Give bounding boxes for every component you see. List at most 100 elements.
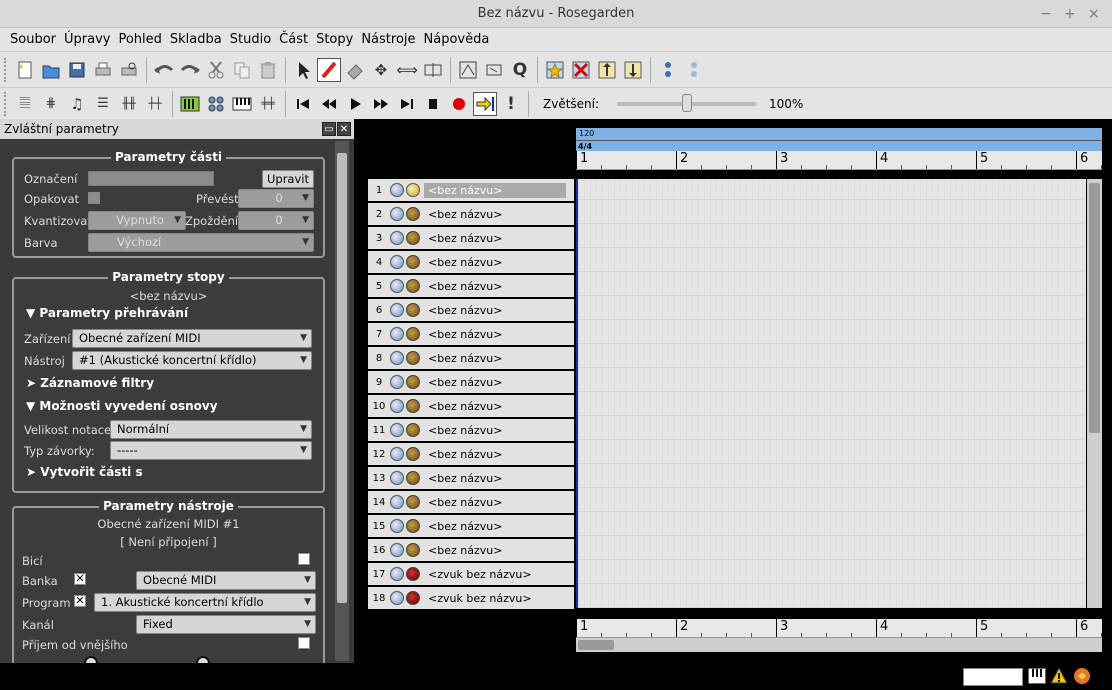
record-led-icon[interactable] [406,447,420,461]
record-led-icon[interactable] [406,207,420,221]
mute-led-icon[interactable] [390,279,404,293]
track-name[interactable]: <bez názvu> [428,472,502,485]
notation-size-select[interactable]: Normální ▼ [110,420,312,439]
menu-composition[interactable]: Skladba [166,32,226,47]
time-signature-ruler[interactable]: 4/4 [576,140,1102,151]
color-select[interactable]: Výchozí ▼ [88,233,314,252]
mute-led-icon[interactable] [390,255,404,269]
menu-segment[interactable]: Část [275,32,312,47]
select-tool-icon[interactable] [291,58,315,82]
repeat-checkbox[interactable] [88,192,100,204]
track-row[interactable]: 18 <zvuk bez názvu> [368,587,574,611]
panic-icon[interactable]: ! [499,92,523,116]
record-led-icon[interactable] [406,255,420,269]
record-led-icon[interactable] [406,471,420,485]
track-row[interactable]: 13 <bez názvu> [368,467,574,491]
equalizer-icon[interactable]: ╪╪ [256,92,280,116]
record-led-icon[interactable] [406,231,420,245]
mute-led-icon[interactable] [390,567,404,581]
segment-vertical-scrollbar-thumb[interactable] [1089,183,1100,433]
record-led-icon[interactable] [406,423,420,437]
matrix-editor-icon[interactable] [456,58,480,82]
track-name[interactable]: <bez názvu> [428,400,502,413]
play-icon[interactable] [343,92,367,116]
move-tool-icon[interactable]: ✥ [369,58,393,82]
delay-select[interactable]: 0 ▼ [238,211,314,230]
record-filters-toggle[interactable]: ➤ Záznamové filtry [26,376,154,390]
segment-canvas[interactable] [578,179,1086,608]
track-row[interactable]: 16 <bez názvu> [368,539,574,563]
open-icon[interactable] [39,58,63,82]
track-name[interactable]: <bez názvu> [428,352,502,365]
bar-ruler-bottom[interactable]: 1 2 3 4 5 6 [576,619,1102,638]
record-led-icon[interactable] [406,351,420,365]
track-name[interactable]: <bez názvu> [428,448,502,461]
menu-tracks[interactable]: Stopy [312,32,357,47]
paste-icon[interactable] [256,58,280,82]
record-led-icon[interactable] [406,567,420,581]
solo-icon[interactable] [682,58,706,82]
list-icon[interactable]: ☰ [91,92,115,116]
device-select[interactable]: Obecné zařízení MIDI ▼ [72,329,312,348]
track-name[interactable]: <bez názvu> [428,208,502,221]
notation-icon[interactable]: 𝄚 [13,92,37,116]
mute-led-icon[interactable] [390,423,404,437]
panel-scrollbar-thumb[interactable] [337,153,347,603]
bank-select[interactable]: Obecné MIDI ▼ [136,571,316,590]
delete-track-icon[interactable] [569,58,593,82]
fast-forward-icon[interactable] [369,92,393,116]
track-row[interactable]: 4 <bez názvu> [368,251,574,275]
record-led-icon[interactable] [406,591,420,605]
mute-led-icon[interactable] [390,495,404,509]
mute-led-icon[interactable] [390,543,404,557]
mute-led-icon[interactable] [390,447,404,461]
track-name[interactable]: <zvuk bez názvu> [428,592,532,605]
print-preview-icon[interactable] [117,58,141,82]
toolbar-handle[interactable] [4,91,9,116]
record-led-icon[interactable] [406,303,420,317]
bar-ruler-top[interactable]: 1 2 3 4 5 6 [576,151,1102,170]
redo-icon[interactable] [178,58,202,82]
mute-led-icon[interactable] [390,519,404,533]
mute-led-icon[interactable] [390,327,404,341]
zoom-slider-knob[interactable] [682,93,693,112]
track-row[interactable]: 14 <bez názvu> [368,491,574,515]
track-row[interactable]: 12 <bez názvu> [368,443,574,467]
panel-scrollbar[interactable] [335,141,349,661]
percussion-checkbox[interactable] [298,553,310,565]
draw-tool-icon[interactable] [317,57,341,82]
resize-tool-icon[interactable]: ⟺ [395,58,419,82]
menu-help[interactable]: Nápověda [420,32,494,47]
loop-icon[interactable] [473,91,497,116]
tempo-ruler[interactable]: 120 [576,128,1102,140]
track-row[interactable]: 1 <bez názvu> [368,179,574,203]
record-led-icon[interactable] [406,375,420,389]
keyboard-status-icon[interactable] [1028,668,1046,684]
record-led-icon[interactable] [406,183,420,197]
track-name[interactable]: <zvuk bez názvu> [428,568,532,581]
playback-section-toggle[interactable]: ▼ Parametry přehrávání [26,306,188,320]
track-row[interactable]: 11 <bez názvu> [368,419,574,443]
warning-icon[interactable] [1050,666,1068,688]
close-window-button[interactable]: × [1088,0,1100,28]
undo-icon[interactable] [152,58,176,82]
record-led-icon[interactable] [406,543,420,557]
erase-tool-icon[interactable] [343,58,367,82]
menu-tools[interactable]: Nástroje [357,32,419,47]
midi-mixer-icon[interactable]: ┼┼ [143,92,167,116]
create-segments-toggle[interactable]: ➤ Vytvořit části s [26,465,143,479]
mute-led-icon[interactable] [390,351,404,365]
track-row[interactable]: 10 <bez názvu> [368,395,574,419]
channel-select[interactable]: Fixed ▼ [136,615,316,634]
record-led-icon[interactable] [406,399,420,413]
rewind-icon[interactable] [317,92,341,116]
toolbar-handle[interactable] [4,57,9,82]
rosegarden-status-icon[interactable] [1073,667,1091,688]
playback-cursor[interactable] [576,179,578,608]
record-led-icon[interactable] [406,327,420,341]
bracket-type-select[interactable]: ----- ▼ [110,441,312,460]
add-track-icon[interactable] [543,58,567,82]
receive-external-checkbox[interactable] [298,637,310,649]
forward-to-end-icon[interactable] [395,92,419,116]
track-name[interactable]: <bez názvu> [428,424,502,437]
